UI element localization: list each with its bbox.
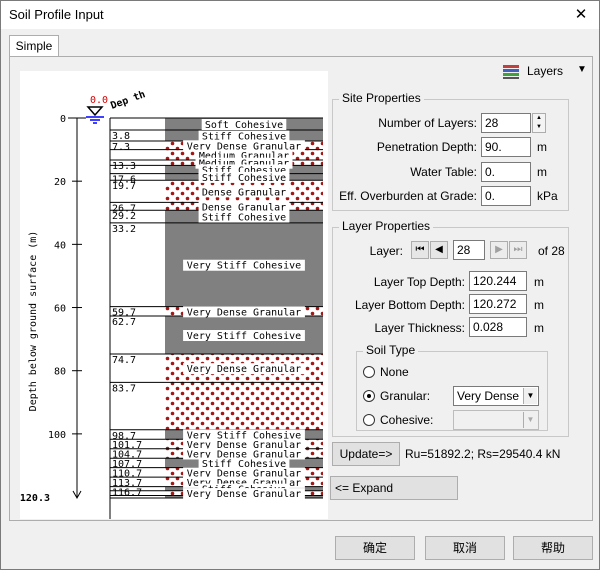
layer-type-label: Stiff Cohesive (202, 173, 286, 184)
layer-bottom-label: Layer Bottom Depth: (354, 298, 465, 312)
layer-bottom-input[interactable]: 120.272 (469, 294, 527, 314)
layer-bottom-unit: m (534, 298, 544, 312)
soil-cohesive-radio[interactable] (363, 414, 375, 426)
pen-depth-label: Penetration Depth: (376, 140, 477, 154)
window-title: Soil Profile Input (9, 7, 104, 22)
soil-type-title: Soil Type (363, 343, 419, 357)
chevron-down-icon: ▼ (523, 388, 537, 404)
layer-top-depth-label: 33.2 (112, 224, 136, 235)
layer-label: Layer: (369, 244, 403, 258)
y-axis-tick-label: 40 (54, 240, 66, 251)
water-table-label: Water Table: (410, 165, 477, 179)
pen-depth-unit: m (537, 140, 547, 154)
layer-type-label: Stiff Cohesive (202, 213, 286, 224)
y-axis-tick-label: 60 (54, 304, 66, 315)
layer-top-depth-label: 7.3 (112, 142, 130, 153)
num-layers-input[interactable]: 28 (481, 113, 531, 133)
close-icon[interactable]: ✕ (571, 5, 591, 25)
layer-top-depth-label: 3.8 (112, 131, 130, 142)
last-layer-button[interactable]: ⏭ (509, 241, 527, 259)
layer-thickness-label: Layer Thickness: (374, 321, 466, 335)
layers-label: Layers (527, 64, 564, 78)
overburden-unit: kPa (537, 189, 558, 203)
soil-none-radio[interactable] (363, 366, 375, 378)
depth-header: Dep th (109, 89, 147, 112)
layer-number-input[interactable]: 28 (453, 240, 485, 260)
soil-granular-label: Granular: (380, 389, 431, 403)
site-properties-title: Site Properties (339, 91, 424, 105)
soil-profile-plot: Soft Cohesive 3.8 Stiff Cohesive 7.3 Very De… (20, 71, 328, 519)
soil-layer-15 (165, 382, 323, 430)
layer-type-label: Very Dense Granular (187, 307, 301, 318)
title-bar: Soil Profile Input ✕ (1, 1, 599, 29)
layer-type-label: Very Dense Granular (187, 364, 301, 375)
layer-top-depth-label: 13.3 (112, 161, 136, 172)
soil-profile-window: Soil Profile Input ✕ Simple Soft Cohesiv… (0, 0, 600, 570)
num-layers-spinner[interactable]: ▲ ▼ (532, 113, 546, 133)
chevron-down-icon: ▼ (523, 412, 537, 428)
water-table-unit: m (537, 165, 547, 179)
water-table-input[interactable]: 0. (481, 162, 531, 182)
layer-top-depth-label: 29.2 (112, 211, 136, 222)
water-table-icon (86, 106, 104, 124)
overburden-input[interactable]: 0. (481, 186, 531, 206)
layer-type-label: Very Stiff Cohesive (187, 261, 301, 272)
y-axis-tick-label: 80 (54, 367, 66, 378)
pen-depth-input[interactable]: 90. (481, 137, 531, 157)
ok-button[interactable]: 确定 (335, 536, 415, 560)
next-layer-button[interactable]: ▶ (490, 241, 508, 259)
layer-top-depth-label: 83.7 (112, 383, 136, 394)
layer-top-depth-label: 19.7 (112, 181, 136, 192)
max-depth-label: 120.3 (20, 493, 50, 504)
tab-simple[interactable]: Simple (9, 35, 59, 57)
soil-profile-chart: Soft Cohesive 3.8 Stiff Cohesive 7.3 Very De… (20, 89, 323, 519)
soil-none-label: None (380, 365, 409, 379)
layers-icon (503, 65, 519, 79)
soil-granular-radio[interactable] (363, 390, 375, 402)
chevron-down-icon: ▼ (577, 64, 587, 75)
layer-thickness-unit: m (534, 321, 544, 335)
y-axis-tick-label: 0 (60, 114, 66, 125)
bottom-arrow-icon (72, 481, 82, 500)
layer-type-label: Soft Cohesive (205, 120, 283, 131)
layer-type-label: Very Dense Granular (187, 489, 301, 500)
y-axis-tick-label: 20 (54, 177, 66, 188)
result-text: Ru=51892.2; Rs=29540.4 kN (405, 447, 561, 461)
y-axis-label: Depth below ground surface (m) (28, 231, 39, 412)
layer-top-unit: m (534, 275, 544, 289)
layer-type-label: Very Stiff Cohesive (187, 331, 301, 342)
first-layer-button[interactable]: ⏮ (411, 241, 429, 259)
layer-thickness-input[interactable]: 0.028 (469, 317, 527, 337)
help-button[interactable]: 帮助 (513, 536, 593, 560)
layer-top-depth-label: 116.7 (112, 488, 142, 499)
num-layers-label: Number of Layers: (378, 116, 477, 130)
layer-top-depth-label: 74.7 (112, 355, 136, 366)
spin-up-icon[interactable]: ▲ (533, 114, 545, 123)
prev-layer-button[interactable]: ◀ (430, 241, 448, 259)
layer-top-depth-label: 62.7 (112, 317, 136, 328)
layer-count-label: of 28 (538, 244, 565, 258)
layer-type-label: Dense Granular (202, 187, 286, 198)
expand-button[interactable]: <= Expand (330, 476, 458, 500)
cohesive-select[interactable]: ▼ (453, 410, 539, 430)
layers-dropdown-button[interactable]: Layers ▼ (495, 61, 591, 83)
y-axis-tick-label: 100 (48, 430, 66, 441)
water-table-value: 0.0 (90, 95, 108, 106)
granular-select-value: Very Dense (457, 389, 520, 403)
cancel-button[interactable]: 取消 (425, 536, 505, 560)
overburden-label: Eff. Overburden at Grade: (339, 189, 477, 203)
spin-down-icon[interactable]: ▼ (533, 123, 545, 132)
layer-top-input[interactable]: 120.244 (469, 271, 527, 291)
update-button[interactable]: Update=> (332, 442, 400, 466)
layer-top-label: Layer Top Depth: (373, 275, 465, 289)
granular-select[interactable]: Very Dense ▼ (453, 386, 539, 406)
layer-properties-title: Layer Properties (339, 219, 434, 233)
soil-cohesive-label: Cohesive: (380, 413, 434, 427)
